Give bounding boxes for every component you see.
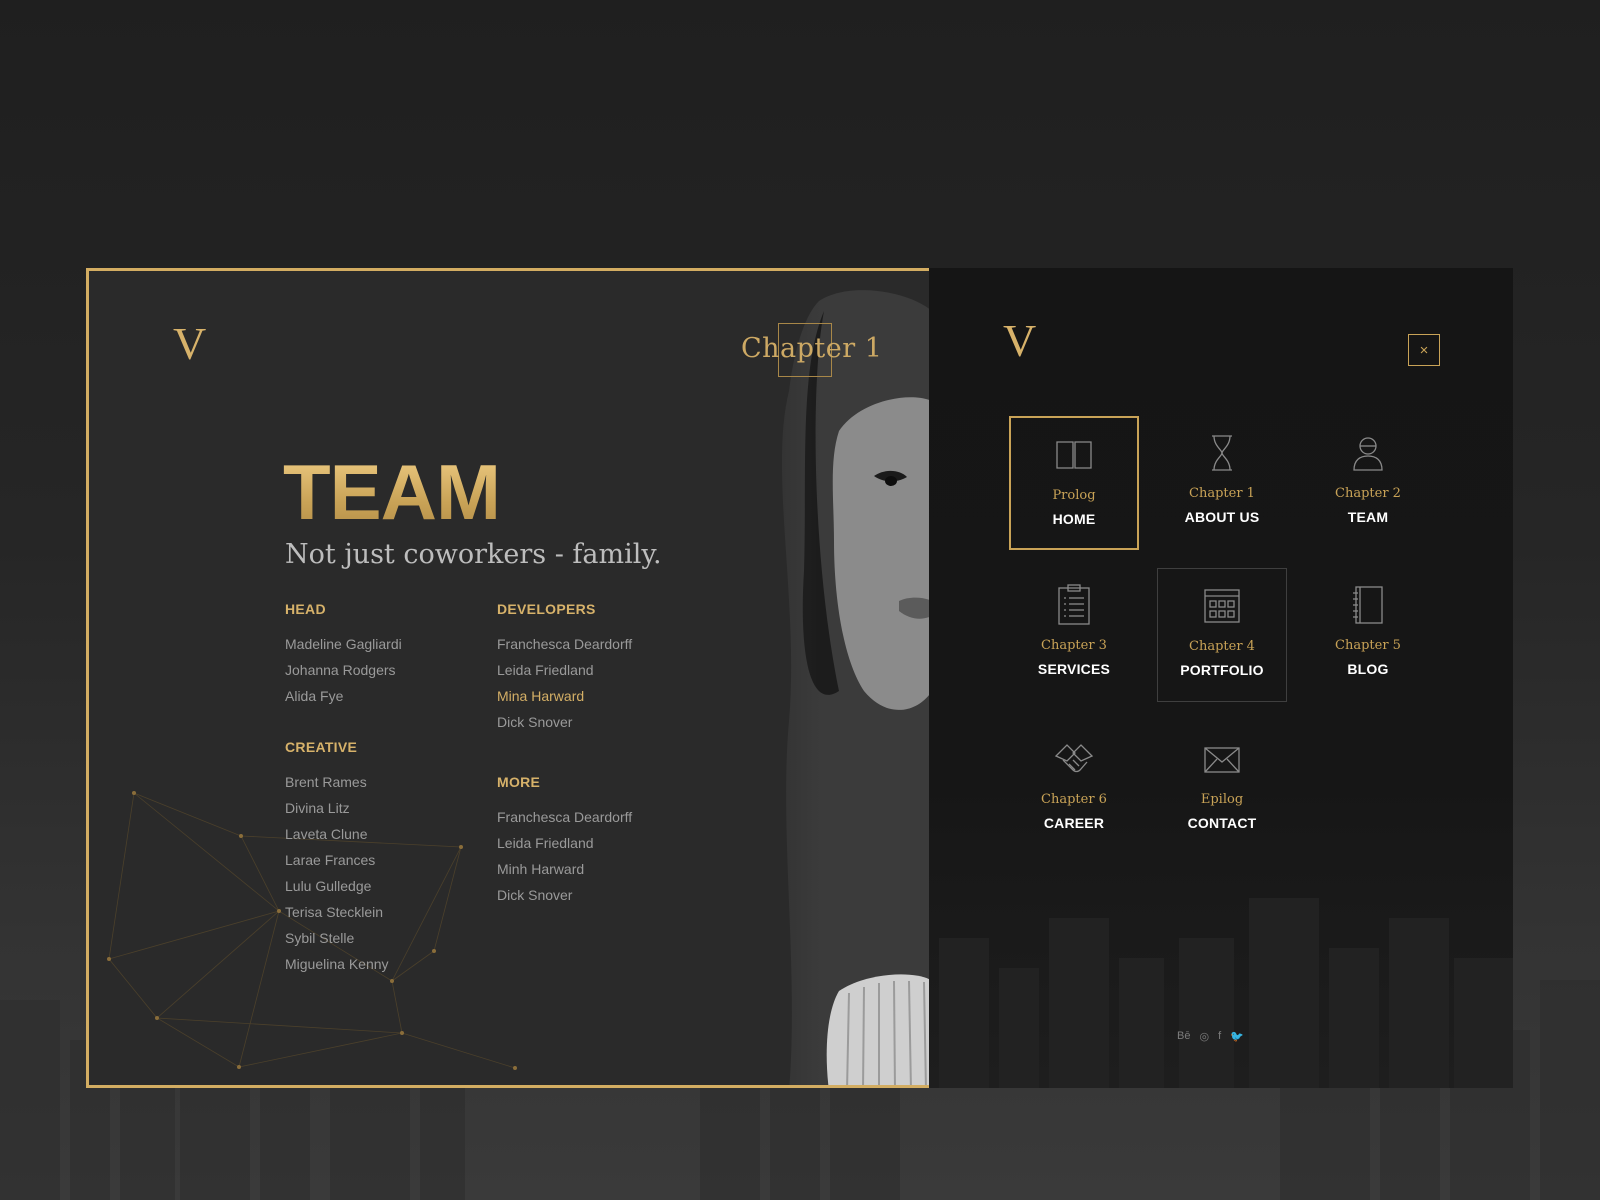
nav-label: ABOUT US [1184, 509, 1260, 525]
member-name[interactable]: Dick Snover [497, 882, 632, 908]
group-heading: CREATIVE [285, 739, 358, 755]
nav-item-career[interactable]: Chapter 6 CAREER [1009, 722, 1139, 856]
notebook-icon [1353, 586, 1383, 624]
nav-label: SERVICES [1037, 661, 1111, 677]
navigation-menu: V × Prolog HOME Chapter 1 ABOUT US Chapt [929, 268, 1513, 1088]
member-name[interactable]: Leida Friedland [497, 657, 632, 683]
member-name[interactable]: Dick Snover [497, 709, 632, 735]
member-name[interactable]: Minh Harward [497, 856, 632, 882]
woman-portrait-image [729, 271, 929, 1085]
group-creative: CREATIVE Brent Rames Divina Litz Laveta … [285, 739, 389, 977]
group-heading: MORE [497, 774, 541, 790]
nav-chapter: Chapter 3 [1041, 638, 1107, 653]
book-icon [1056, 441, 1092, 469]
group-heading: DEVELOPERS [497, 601, 596, 617]
group-developers: DEVELOPERS Franchesca Deardorff Leida Fr… [497, 601, 632, 735]
nav-label: TEAM [1347, 509, 1389, 525]
nav-item-portfolio[interactable]: Chapter 4 PORTFOLIO [1157, 568, 1287, 702]
nav-label: CAREER [1043, 815, 1105, 831]
nav-item-blog[interactable]: Chapter 5 BLOG [1303, 568, 1433, 702]
member-name[interactable]: Franchesca Deardorff [497, 631, 632, 657]
page-subtitle: Not just coworkers - family. [285, 539, 662, 570]
nav-item-contact[interactable]: Epilog CONTACT [1157, 722, 1287, 856]
nav-item-services[interactable]: Chapter 3 SERVICES [1009, 568, 1139, 702]
twitter-icon[interactable]: 🐦 [1230, 1030, 1244, 1043]
clipboard-list-icon [1058, 584, 1090, 625]
menu-logo[interactable]: V [1003, 318, 1036, 364]
nav-item-home[interactable]: Prolog HOME [1009, 416, 1139, 550]
member-name[interactable]: Franchesca Deardorff [497, 804, 632, 830]
facebook-icon[interactable]: f [1218, 1030, 1221, 1043]
logo[interactable]: V [173, 321, 206, 367]
nav-chapter: Chapter 4 [1189, 639, 1255, 654]
member-name[interactable]: Terisa Stecklein [285, 899, 389, 925]
nav-chapter: Chapter 1 [1189, 486, 1255, 501]
page-title: TEAM [283, 448, 501, 536]
social-links: Bē ◎ f 🐦 [1177, 1030, 1244, 1043]
person-icon [1353, 437, 1383, 471]
group-heading: HEAD [285, 601, 326, 617]
nav-item-team[interactable]: Chapter 2 TEAM [1303, 416, 1433, 550]
member-name[interactable]: Sybil Stelle [285, 925, 389, 951]
nav-label: HOME [1052, 511, 1096, 527]
nav-chapter: Chapter 6 [1041, 792, 1107, 807]
member-name-highlighted[interactable]: Mina Harward [497, 683, 632, 709]
envelope-icon [1204, 747, 1240, 773]
group-head: HEAD Madeline Gagliardi Johanna Rodgers … [285, 601, 402, 709]
member-name[interactable]: Lulu Gulledge [285, 873, 389, 899]
chapter-label: Chapter 1 [741, 333, 883, 364]
nav-chapter: Epilog [1200, 792, 1244, 807]
member-name[interactable]: Divina Litz [285, 795, 389, 821]
member-name[interactable]: Miguelina Kenny [285, 951, 389, 977]
team-panel: V Chapter 1 TEAM Not just coworkers - fa… [86, 268, 929, 1088]
member-name[interactable]: Alida Fye [285, 683, 402, 709]
nav-item-about-us[interactable]: Chapter 1 ABOUT US [1157, 416, 1287, 550]
member-name[interactable]: Johanna Rodgers [285, 657, 402, 683]
nav-chapter: Prolog [1052, 488, 1096, 503]
nav-label: PORTFOLIO [1180, 662, 1264, 678]
member-name[interactable]: Leida Friedland [497, 830, 632, 856]
member-name[interactable]: Larae Frances [285, 847, 389, 873]
close-button[interactable]: × [1408, 334, 1440, 366]
group-more: MORE Franchesca Deardorff Leida Friedlan… [497, 774, 632, 908]
hourglass-icon [1212, 435, 1232, 471]
nav-label: CONTACT [1187, 815, 1257, 831]
nav-chapter: Chapter 5 [1335, 638, 1401, 653]
grid-window-icon [1204, 589, 1240, 623]
nav-chapter: Chapter 2 [1335, 486, 1401, 501]
member-name[interactable]: Laveta Clune [285, 821, 389, 847]
dribbble-icon[interactable]: ◎ [1199, 1030, 1209, 1043]
behance-icon[interactable]: Bē [1177, 1030, 1190, 1043]
member-name[interactable]: Brent Rames [285, 769, 389, 795]
member-name[interactable]: Madeline Gagliardi [285, 631, 402, 657]
handshake-icon [1054, 744, 1094, 773]
nav-label: BLOG [1347, 661, 1389, 677]
